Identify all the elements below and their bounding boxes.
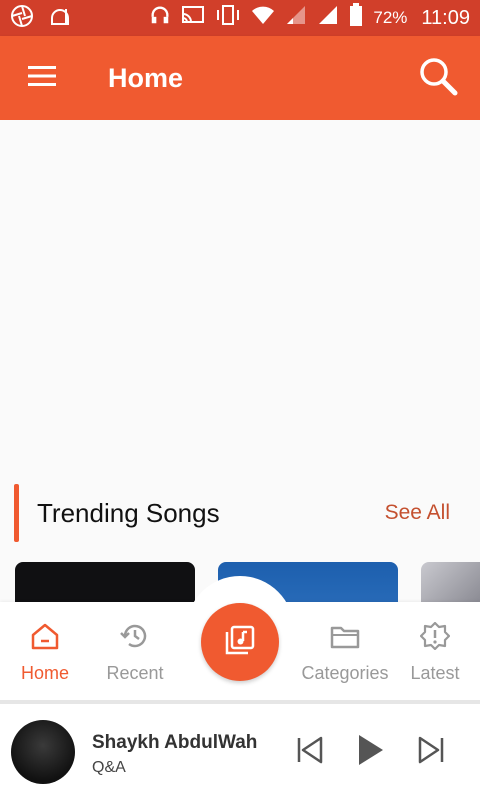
track-title: Shaykh AbdulWah — [92, 732, 258, 753]
search-button[interactable] — [396, 36, 480, 120]
see-all-link[interactable]: See All — [385, 501, 450, 525]
vibrate-icon — [215, 4, 241, 32]
nav-item-categories[interactable]: Categories — [300, 622, 390, 684]
section-accent-bar — [14, 484, 19, 542]
nav-item-label: Latest — [410, 663, 460, 683]
trending-section-header: Trending Songs See All — [14, 484, 466, 542]
hamburger-menu-icon — [27, 64, 57, 93]
search-icon — [418, 56, 458, 101]
badge-alert-icon — [419, 621, 451, 655]
history-icon — [120, 622, 150, 655]
signal-icon — [285, 4, 307, 32]
headphones-icon — [149, 4, 171, 32]
music-library-icon — [224, 624, 256, 661]
app-bar: Home — [0, 36, 480, 120]
status-bar: 72% 11:09 — [0, 0, 480, 36]
track-artwork — [11, 720, 75, 784]
nav-item-home[interactable]: Home — [0, 622, 90, 684]
menu-button[interactable] — [0, 36, 84, 120]
folder-icon — [330, 622, 360, 655]
page-title: Home — [108, 62, 184, 93]
music-library-button[interactable] — [201, 603, 279, 681]
section-title: Trending Songs — [37, 497, 220, 528]
nav-item-label: Recent — [106, 663, 164, 683]
play-icon — [355, 733, 385, 772]
skip-next-icon — [416, 735, 446, 770]
wifi-icon — [251, 4, 275, 32]
home-icon — [30, 622, 60, 655]
clock: 11:09 — [421, 6, 470, 29]
nav-item-label: Categories — [301, 663, 389, 683]
signal-icon — [317, 4, 339, 32]
nav-item-recent[interactable]: Recent — [90, 622, 180, 684]
mini-player[interactable]: Shaykh AbdulWah Q&A — [0, 704, 480, 800]
cast-icon — [181, 4, 205, 32]
nav-item-label: Home — [20, 663, 69, 683]
camera-shutter-icon — [10, 4, 34, 33]
next-button[interactable] — [411, 732, 451, 772]
track-subtitle: Q&A — [92, 759, 126, 776]
previous-button[interactable] — [290, 732, 330, 772]
skip-previous-icon — [295, 735, 325, 770]
nav-item-latest[interactable]: Latest — [390, 621, 480, 684]
battery-icon — [349, 3, 363, 33]
battery-percent: 72% — [373, 8, 408, 27]
mosque-icon — [48, 4, 72, 33]
play-button[interactable] — [350, 732, 390, 772]
